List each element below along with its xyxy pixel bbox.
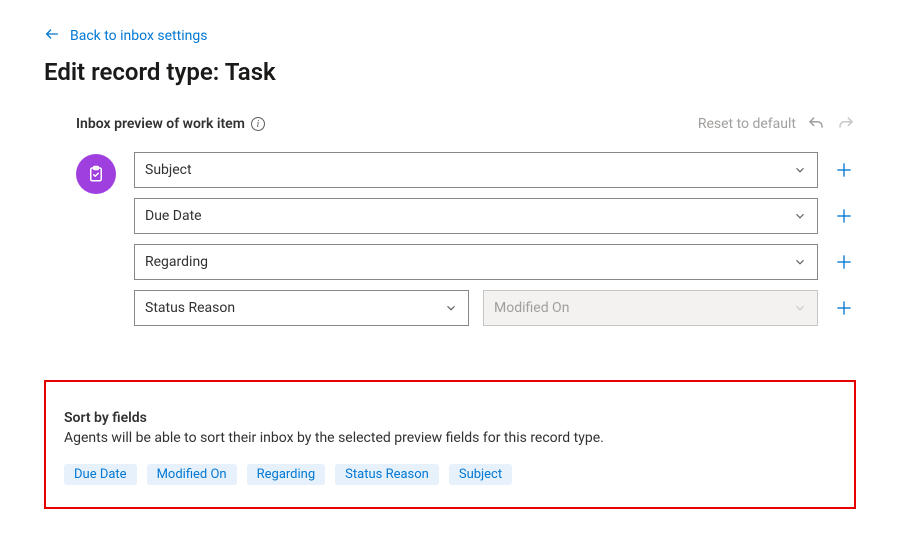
add-field-button[interactable] bbox=[832, 204, 856, 228]
chevron-down-icon bbox=[444, 301, 458, 315]
sort-chip[interactable]: Subject bbox=[449, 464, 512, 485]
sort-description: Agents will be able to sort their inbox … bbox=[64, 430, 836, 446]
info-icon[interactable]: i bbox=[251, 117, 265, 131]
chevron-down-icon bbox=[793, 255, 807, 269]
preview-field-select-disabled: Modified On bbox=[483, 290, 818, 326]
page-title: Edit record type: Task bbox=[44, 58, 856, 86]
preview-field-select[interactable]: Regarding bbox=[134, 244, 818, 280]
sort-by-fields-panel: Sort by fields Agents will be able to so… bbox=[44, 380, 856, 509]
chevron-down-icon bbox=[793, 163, 807, 177]
sort-title: Sort by fields bbox=[64, 410, 836, 426]
chevron-down-icon bbox=[793, 209, 807, 223]
undo-button[interactable] bbox=[806, 114, 826, 134]
task-badge-icon bbox=[76, 154, 116, 194]
sort-chip[interactable]: Status Reason bbox=[335, 464, 439, 485]
arrow-left-icon bbox=[44, 26, 60, 46]
preview-field-select[interactable]: Status Reason bbox=[134, 290, 469, 326]
preview-section-label: Inbox preview of work item bbox=[76, 116, 245, 132]
redo-button[interactable] bbox=[836, 114, 856, 134]
sort-chip[interactable]: Due Date bbox=[64, 464, 137, 485]
reset-to-default-link[interactable]: Reset to default bbox=[698, 116, 796, 132]
back-link-label: Back to inbox settings bbox=[70, 28, 207, 44]
preview-field-select[interactable]: Subject bbox=[134, 152, 818, 188]
dropdown-value: Subject bbox=[145, 162, 192, 178]
chevron-down-icon bbox=[793, 301, 807, 315]
preview-field-select[interactable]: Due Date bbox=[134, 198, 818, 234]
add-field-button[interactable] bbox=[832, 158, 856, 182]
sort-chip[interactable]: Regarding bbox=[247, 464, 326, 485]
dropdown-value: Modified On bbox=[494, 300, 569, 316]
sort-chip[interactable]: Modified On bbox=[147, 464, 237, 485]
add-field-button[interactable] bbox=[832, 296, 856, 320]
dropdown-value: Due Date bbox=[145, 208, 202, 224]
add-field-button[interactable] bbox=[832, 250, 856, 274]
preview-rows: Subject Due Date bbox=[134, 152, 856, 326]
back-to-settings-link[interactable]: Back to inbox settings bbox=[44, 26, 207, 46]
dropdown-value: Regarding bbox=[145, 254, 208, 270]
dropdown-value: Status Reason bbox=[145, 300, 235, 316]
